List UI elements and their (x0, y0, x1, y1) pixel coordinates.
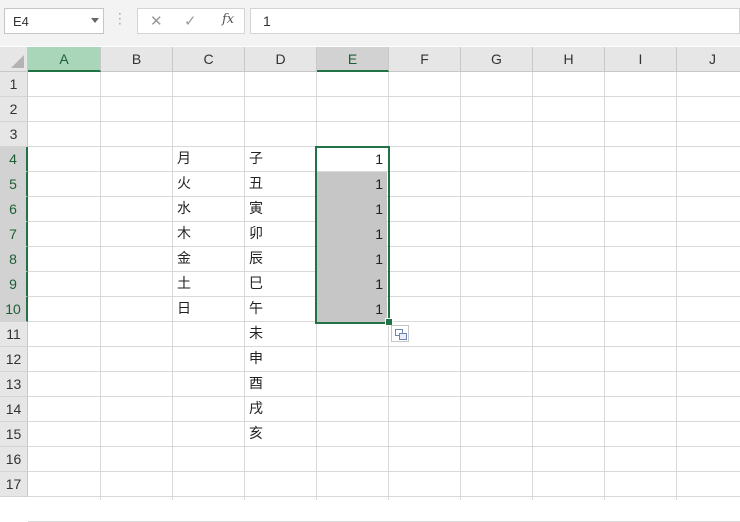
grid-line (28, 96, 740, 97)
cell-d11[interactable]: 未 (249, 322, 311, 346)
row-header-15[interactable]: 15 (0, 422, 28, 447)
grid-line (28, 121, 740, 122)
cell-d9[interactable]: 巳 (249, 272, 311, 296)
cell-d10[interactable]: 午 (249, 297, 311, 321)
cell-e6[interactable]: 1 (321, 197, 383, 221)
select-all-button[interactable] (0, 47, 28, 72)
grid-line (28, 471, 740, 472)
cell-e10[interactable]: 1 (321, 297, 383, 321)
row-header-9[interactable]: 9 (0, 272, 28, 297)
row-header-4[interactable]: 4 (0, 147, 28, 172)
name-box[interactable]: E4 (4, 8, 104, 34)
cell-d13[interactable]: 酉 (249, 372, 311, 396)
select-all-icon (11, 55, 24, 68)
cell-d15[interactable]: 亥 (249, 422, 311, 446)
cell-d7[interactable]: 卯 (249, 222, 311, 246)
cell-e5[interactable]: 1 (321, 172, 383, 196)
row-header-7[interactable]: 7 (0, 222, 28, 247)
cell-e7[interactable]: 1 (321, 222, 383, 246)
column-header-c[interactable]: C (173, 47, 245, 72)
column-header-g[interactable]: G (461, 47, 533, 72)
row-header-12[interactable]: 12 (0, 347, 28, 372)
cell-c6[interactable]: 水 (177, 197, 239, 221)
cell-e4[interactable]: 1 (321, 147, 383, 171)
grid-line (460, 72, 461, 500)
column-header-a[interactable]: A (28, 47, 101, 72)
auto-fill-glyph (399, 333, 407, 340)
grid-line (676, 72, 677, 500)
grid-line (244, 72, 245, 500)
column-header-f[interactable]: F (389, 47, 461, 72)
row-header-3[interactable]: 3 (0, 122, 28, 147)
grid-line (532, 72, 533, 500)
row-header-1[interactable]: 1 (0, 72, 28, 97)
cell-d8[interactable]: 辰 (249, 247, 311, 271)
cell-d14[interactable]: 戌 (249, 397, 311, 421)
name-box-value[interactable]: E4 (13, 14, 29, 29)
grid-line (28, 446, 740, 447)
cell-d5[interactable]: 丑 (249, 172, 311, 196)
column-header-i[interactable]: I (605, 47, 677, 72)
grid-line (28, 396, 740, 397)
column-header-h[interactable]: H (533, 47, 605, 72)
row-header-16[interactable]: 16 (0, 447, 28, 472)
column-header-d[interactable]: D (245, 47, 317, 72)
row-header-5[interactable]: 5 (0, 172, 28, 197)
grid-line (28, 496, 740, 497)
grid-line (28, 421, 740, 422)
row-header-10[interactable]: 10 (0, 297, 28, 322)
row-header-2[interactable]: 2 (0, 97, 28, 122)
cell-c4[interactable]: 月 (177, 147, 239, 171)
grid-line (28, 346, 740, 347)
column-header-b[interactable]: B (101, 47, 173, 72)
formula-buttons: ✕ ✓ fx (137, 8, 245, 34)
cell-c9[interactable]: 土 (177, 272, 239, 296)
cell-c7[interactable]: 木 (177, 222, 239, 246)
cell-d6[interactable]: 寅 (249, 197, 311, 221)
cell-d12[interactable]: 申 (249, 347, 311, 371)
column-header-e[interactable]: E (317, 47, 389, 72)
row-header-14[interactable]: 14 (0, 397, 28, 422)
cancel-icon[interactable]: ✕ (150, 12, 163, 30)
more-options-icon[interactable]: · · · (118, 8, 122, 30)
formula-value[interactable]: 1 (263, 13, 271, 29)
spreadsheet-grid: A B C D E F G H I J 1 2 3 4 5 6 7 8 9 10 11 12 13 14 15 16 17 月火水木金… (0, 47, 740, 522)
cell-e8[interactable]: 1 (321, 247, 383, 271)
cell-c8[interactable]: 金 (177, 247, 239, 271)
grid-line (100, 72, 101, 500)
grid-line (172, 72, 173, 500)
enter-icon[interactable]: ✓ (184, 12, 197, 30)
row-header-17[interactable]: 17 (0, 472, 28, 497)
column-header-j[interactable]: J (677, 47, 740, 72)
grid-line (28, 371, 740, 372)
formula-bar: E4 · · · ✕ ✓ fx 1 (0, 0, 740, 46)
row-header-13[interactable]: 13 (0, 372, 28, 397)
cell-e9[interactable]: 1 (321, 272, 383, 296)
row-header-8[interactable]: 8 (0, 247, 28, 272)
auto-fill-options-icon[interactable] (391, 325, 409, 342)
cell-d4[interactable]: 子 (249, 147, 311, 171)
formula-input[interactable]: 1 (250, 8, 740, 34)
cell-c10[interactable]: 日 (177, 297, 239, 321)
insert-function-icon[interactable]: fx (222, 12, 234, 27)
row-header-11[interactable]: 11 (0, 322, 28, 347)
grid-line (604, 72, 605, 500)
row-header-6[interactable]: 6 (0, 197, 28, 222)
cell-c5[interactable]: 火 (177, 172, 239, 196)
chevron-down-icon[interactable] (91, 18, 99, 23)
